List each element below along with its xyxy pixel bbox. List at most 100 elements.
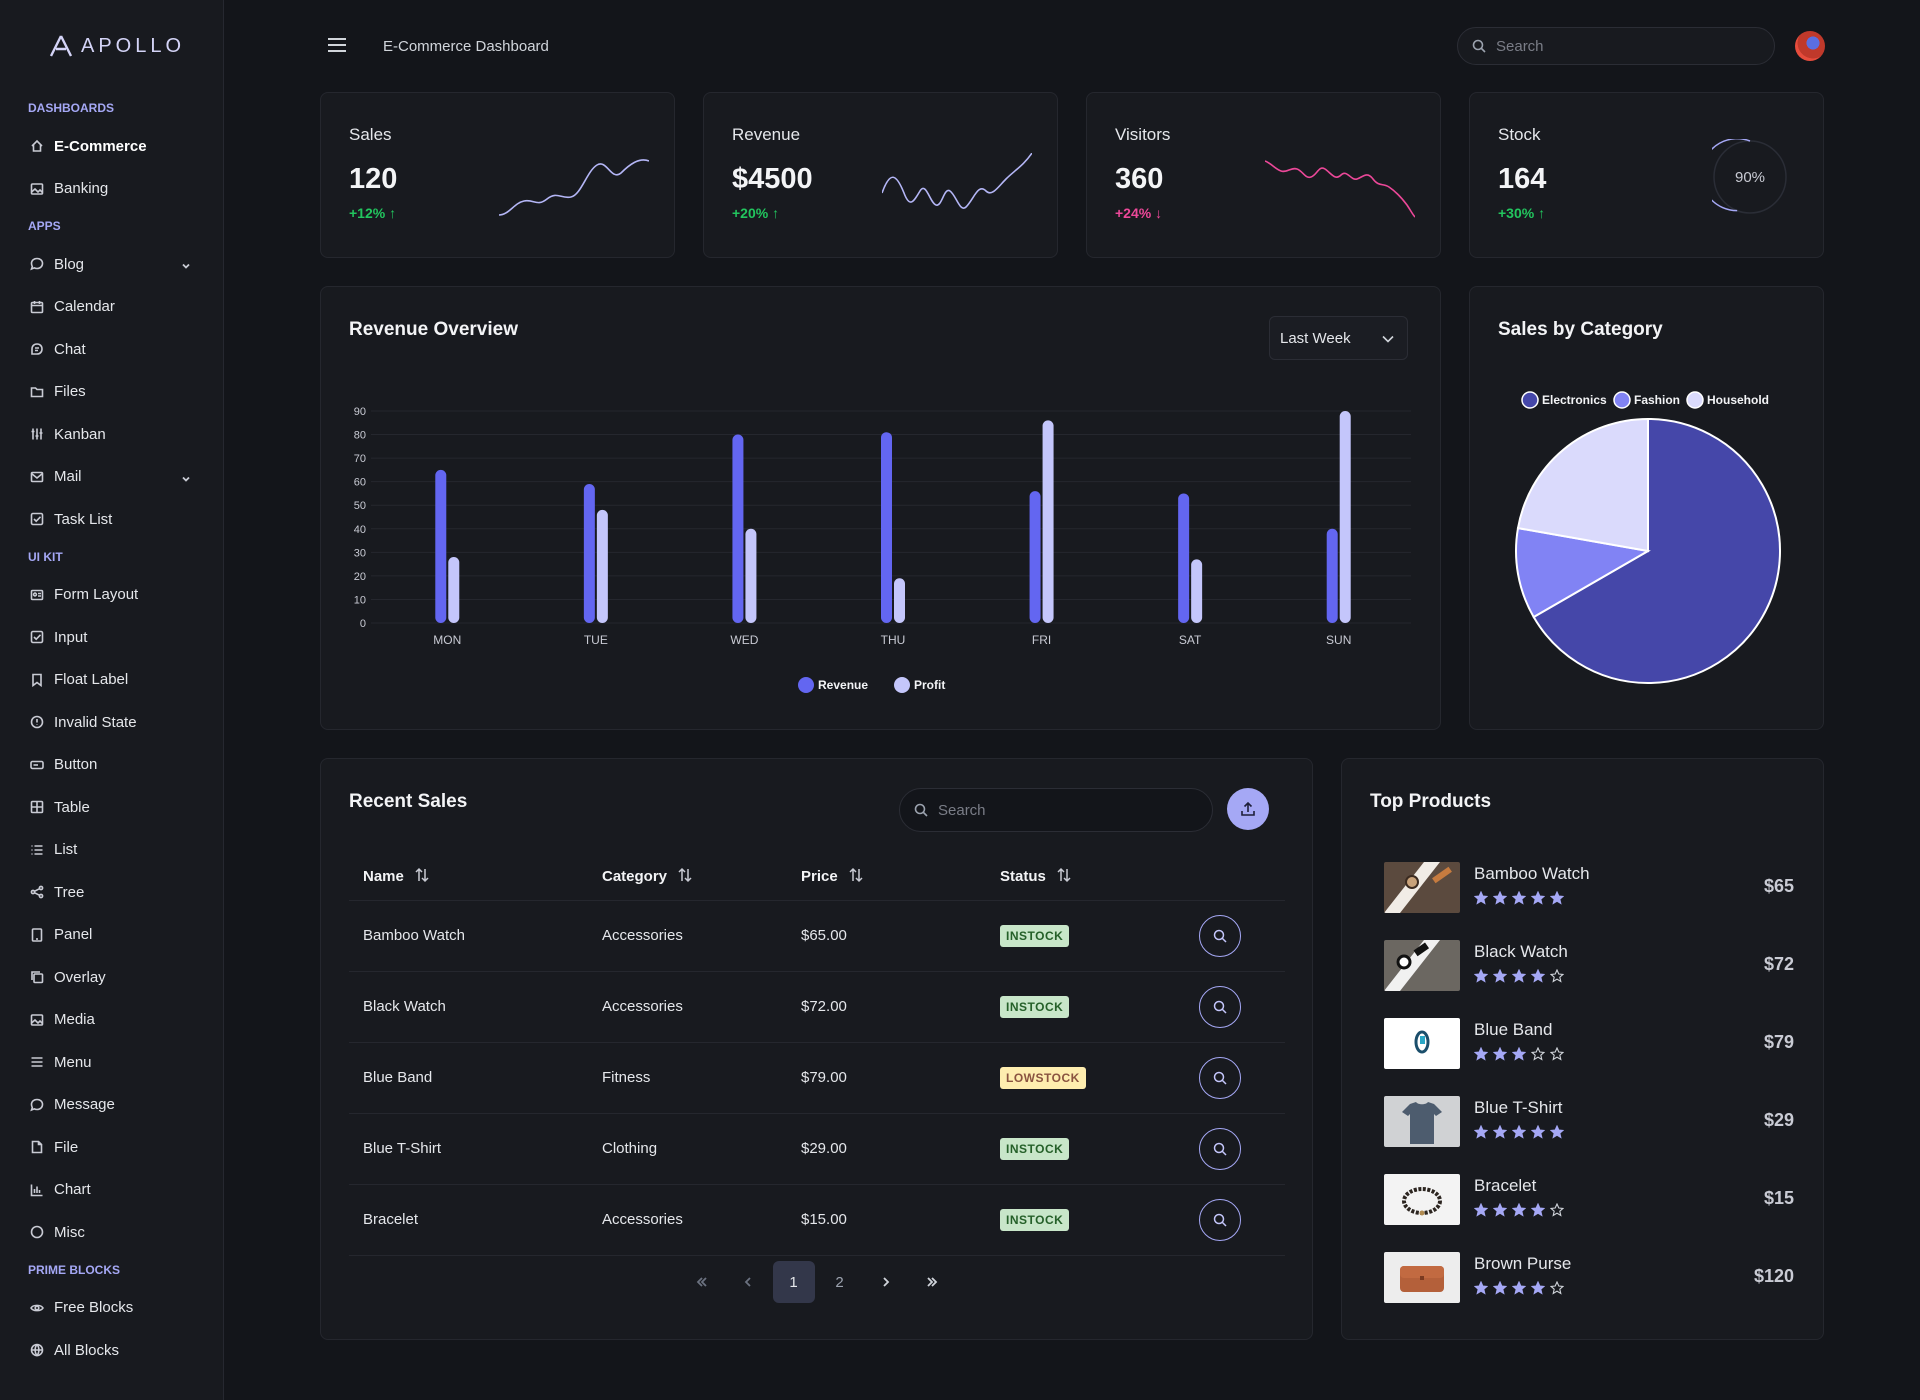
legend-label[interactable]: Electronics — [1542, 393, 1607, 407]
sidebar-item-menu[interactable]: Menu — [0, 1041, 223, 1084]
sort-icon[interactable] — [414, 867, 430, 887]
column-header-name[interactable]: Name — [349, 854, 588, 901]
global-search[interactable] — [1457, 27, 1775, 65]
product-item-bracelet[interactable]: Bracelet $15 — [1384, 1174, 1794, 1226]
sidebar-item-chart[interactable]: Chart — [0, 1169, 223, 1212]
sidebar-item-table[interactable]: Table — [0, 786, 223, 829]
bar-profit-mon[interactable] — [448, 557, 460, 623]
page-button-2[interactable]: 2 — [819, 1261, 861, 1303]
sidebar-item-label: Free Blocks — [54, 1299, 134, 1317]
legend-label[interactable]: Revenue — [818, 678, 868, 692]
prev-page-button[interactable] — [727, 1261, 769, 1303]
legend-label[interactable]: Household — [1707, 393, 1769, 407]
sidebar-item-files[interactable]: Files — [0, 371, 223, 414]
card-title: Top Products — [1370, 791, 1492, 812]
sidebar-item-calendar[interactable]: Calendar — [0, 286, 223, 329]
sales-search[interactable] — [899, 788, 1213, 832]
sidebar-item-kanban[interactable]: Kanban — [0, 413, 223, 456]
product-item-blue-band[interactable]: Blue Band $79 — [1384, 1018, 1794, 1070]
sidebar-item-label: Table — [54, 798, 90, 816]
y-tick-label: 60 — [354, 477, 366, 489]
chevron-down-icon[interactable] — [181, 471, 191, 482]
view-button[interactable] — [1199, 914, 1241, 957]
sidebar-item-banking[interactable]: Banking — [0, 168, 223, 211]
bar-revenue-fri[interactable] — [1029, 491, 1041, 623]
first-page-button[interactable] — [681, 1261, 723, 1303]
sidebar-item-list[interactable]: List — [0, 829, 223, 872]
sidebar-item-float-label[interactable]: Float Label — [0, 659, 223, 702]
global-search-input[interactable] — [1496, 37, 1736, 55]
bar-revenue-sat[interactable] — [1178, 493, 1190, 623]
avatar[interactable] — [1795, 31, 1825, 61]
sidebar-item-file[interactable]: File — [0, 1126, 223, 1169]
star-filled-icon — [1550, 891, 1564, 905]
sidebar-item-misc[interactable]: Misc — [0, 1211, 223, 1254]
sort-icon[interactable] — [677, 867, 693, 887]
bar-profit-tue[interactable] — [596, 509, 608, 623]
sidebar-item-message[interactable]: Message — [0, 1084, 223, 1127]
view-button[interactable] — [1199, 1198, 1241, 1241]
table-row[interactable]: Bamboo Watch Accessories $65.00 INSTOCK — [349, 900, 1285, 972]
star-filled-icon — [1512, 1047, 1526, 1061]
last-page-button[interactable] — [911, 1261, 953, 1303]
view-button[interactable] — [1199, 985, 1241, 1028]
pie-slice-household[interactable] — [1516, 417, 1649, 553]
bar-revenue-tue[interactable] — [583, 484, 595, 623]
bar-revenue-mon[interactable] — [435, 469, 447, 623]
sort-icon[interactable] — [848, 867, 864, 887]
sidebar-item-task-list[interactable]: Task List — [0, 498, 223, 541]
product-item-brown-purse[interactable]: Brown Purse $120 — [1384, 1252, 1794, 1304]
product-item-bamboo-watch[interactable]: Bamboo Watch $65 — [1384, 862, 1794, 914]
sidebar-item-mail[interactable]: Mail — [0, 456, 223, 499]
sort-icon[interactable] — [1056, 867, 1072, 887]
bar-revenue-thu[interactable] — [881, 432, 892, 623]
table-row[interactable]: Black Watch Accessories $72.00 INSTOCK — [349, 971, 1285, 1043]
cell-action — [1185, 900, 1285, 972]
bar-profit-sat[interactable] — [1191, 559, 1203, 623]
product-item-blue-t-shirt[interactable]: Blue T-Shirt $29 — [1384, 1096, 1794, 1148]
star-filled-icon — [1493, 1203, 1507, 1217]
chevron-down-icon[interactable] — [181, 258, 191, 269]
view-button[interactable] — [1199, 1127, 1241, 1170]
page-button-1[interactable]: 1 — [772, 1261, 815, 1303]
view-button[interactable] — [1199, 1056, 1241, 1099]
sidebar-item-all-blocks[interactable]: All Blocks — [0, 1329, 223, 1372]
bar-profit-fri[interactable] — [1042, 420, 1054, 623]
sidebar-item-blog[interactable]: Blog — [0, 243, 223, 286]
sidebar-item-button[interactable]: Button — [0, 744, 223, 787]
sidebar-item-chat[interactable]: Chat — [0, 328, 223, 371]
table-row[interactable]: Bracelet Accessories $15.00 INSTOCK — [349, 1184, 1285, 1256]
bar-profit-thu[interactable] — [894, 578, 905, 623]
table-row[interactable]: Blue T-Shirt Clothing $29.00 INSTOCK — [349, 1113, 1285, 1185]
sidebar-item-form-layout[interactable]: Form Layout — [0, 574, 223, 617]
table-row[interactable]: Blue Band Fitness $79.00 LOWSTOCK — [349, 1042, 1285, 1114]
cell-price: $72.00 — [787, 971, 986, 1043]
sidebar-item-input[interactable]: Input — [0, 616, 223, 659]
sidebar-item-tree[interactable]: Tree — [0, 871, 223, 914]
export-button[interactable] — [1227, 788, 1269, 830]
bar-profit-wed[interactable] — [745, 528, 757, 623]
bar-revenue-wed[interactable] — [732, 434, 744, 623]
next-page-button[interactable] — [865, 1261, 907, 1303]
sidebar-item-media[interactable]: Media — [0, 999, 223, 1042]
product-item-black-watch[interactable]: Black Watch $72 — [1384, 940, 1794, 992]
sidebar-item-overlay[interactable]: Overlay — [0, 956, 223, 999]
star-filled-icon — [1512, 891, 1526, 905]
bar-profit-sun[interactable] — [1339, 411, 1351, 623]
bar-revenue-sun[interactable] — [1326, 528, 1338, 623]
star-filled-icon — [1493, 891, 1507, 905]
sales-search-input[interactable] — [938, 801, 1178, 819]
column-header-status[interactable]: Status — [986, 854, 1185, 901]
sidebar-item-panel[interactable]: Panel — [0, 914, 223, 957]
legend-swatch — [1521, 391, 1539, 409]
column-header-category[interactable]: Category — [588, 854, 787, 901]
sales-sparkline — [499, 159, 649, 216]
menu-toggle-icon[interactable] — [328, 38, 346, 52]
sidebar-item-free-blocks[interactable]: Free Blocks — [0, 1287, 223, 1330]
app-logo[interactable]: APOLLO — [0, 0, 223, 92]
legend-label[interactable]: Profit — [914, 678, 945, 692]
column-header-price[interactable]: Price — [787, 854, 986, 901]
legend-label[interactable]: Fashion — [1634, 393, 1680, 407]
sidebar-item-invalid-state[interactable]: Invalid State — [0, 701, 223, 744]
sidebar-item-e-commerce[interactable]: E-Commerce — [0, 125, 223, 168]
